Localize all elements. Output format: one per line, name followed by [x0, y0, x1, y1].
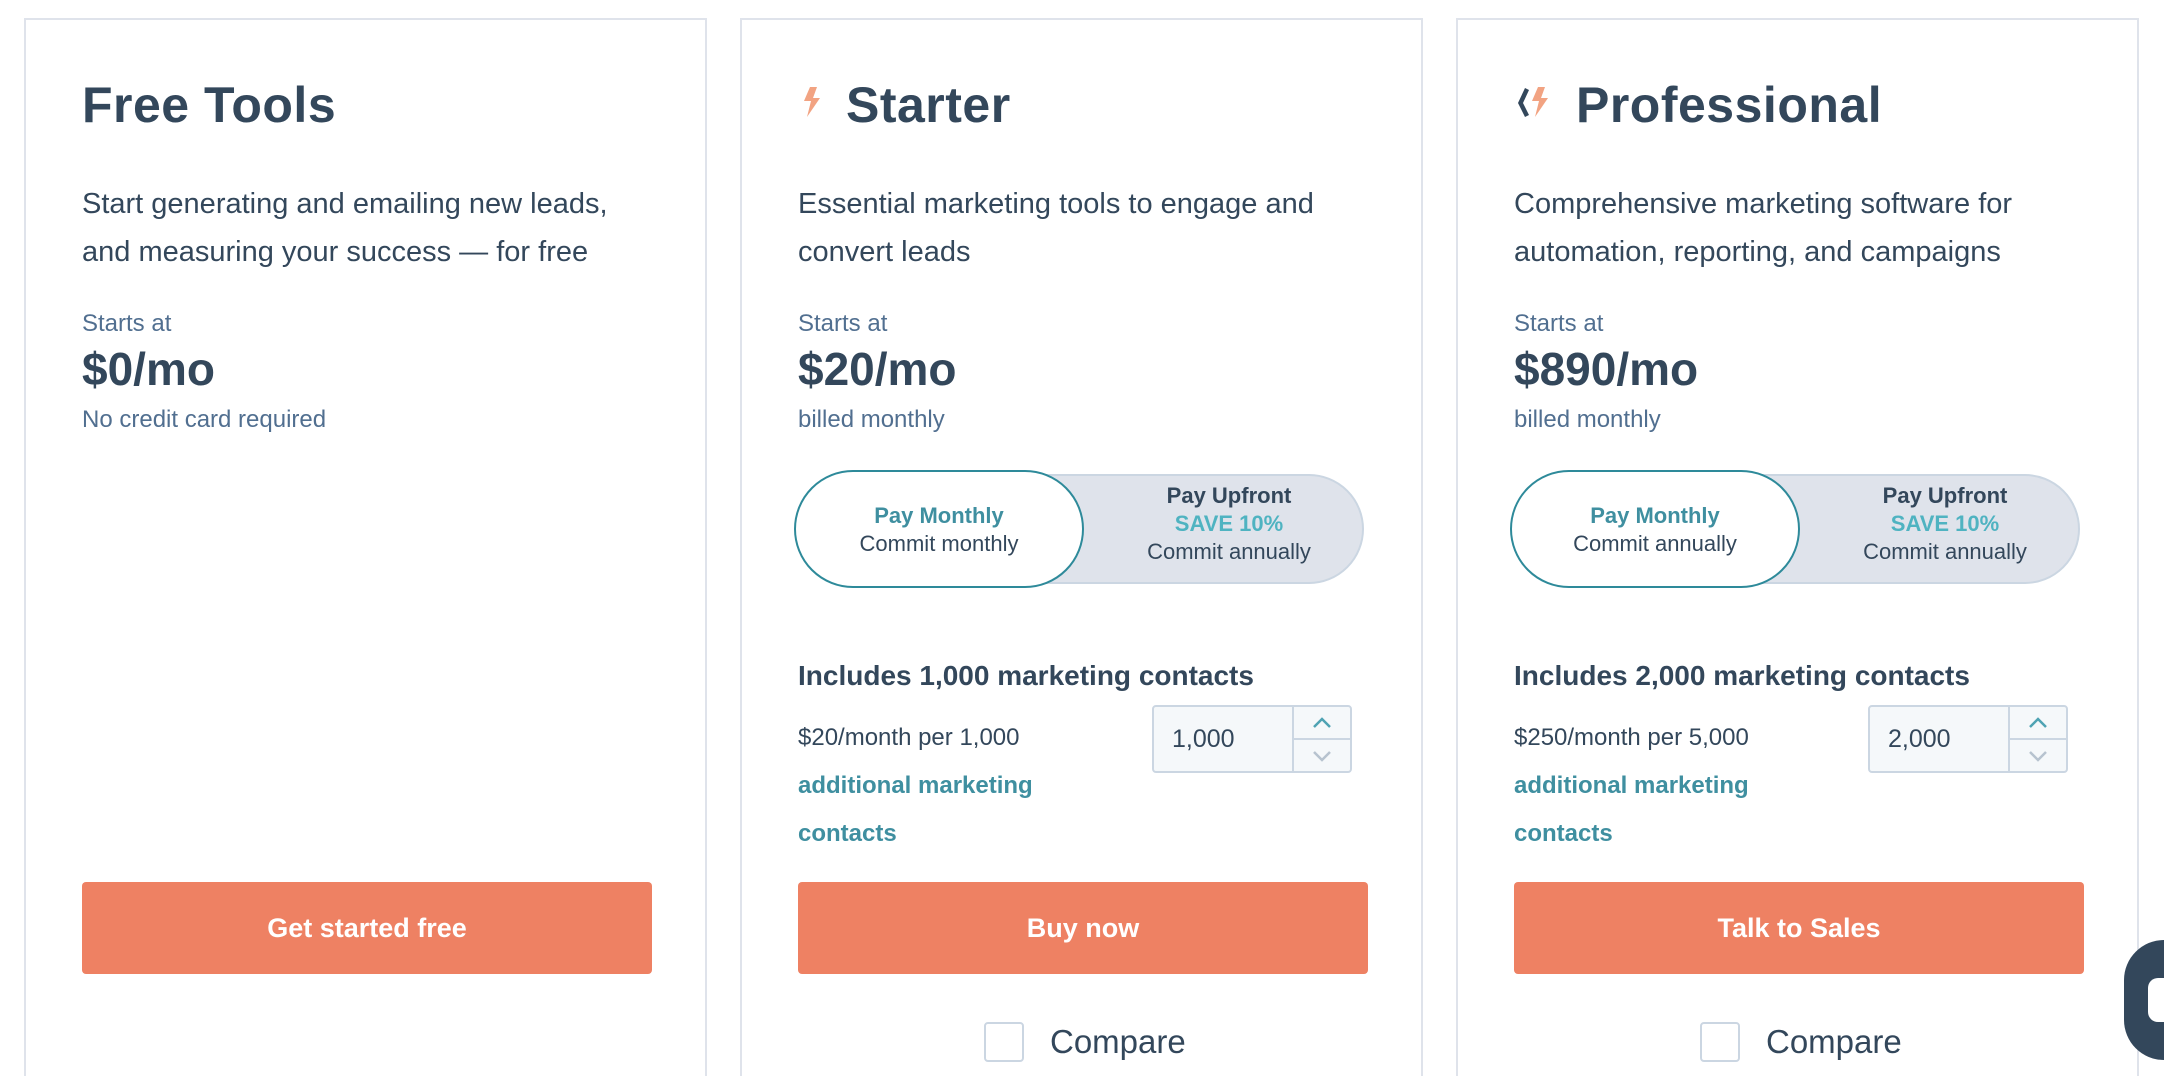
- pay-monthly-option[interactable]: Pay Monthly Commit monthly: [794, 470, 1084, 588]
- save-badge: SAVE 10%: [1890, 511, 2000, 536]
- buy-now-button[interactable]: Buy now: [798, 882, 1368, 974]
- get-started-free-button[interactable]: Get started free: [82, 882, 652, 974]
- pay-monthly-label: Pay Monthly: [874, 503, 1004, 528]
- plan-description: Comprehensive marketing software for aut…: [1514, 188, 2013, 268]
- additional-contacts-link[interactable]: additional marketing contacts: [1514, 762, 1844, 858]
- chevron-down-icon[interactable]: [1294, 738, 1350, 771]
- pay-monthly-option[interactable]: Pay Monthly Commit annually: [1510, 470, 1800, 588]
- pricing-page: Free Tools Start generating and emailing…: [0, 0, 2164, 1076]
- billing-note: billed monthly: [798, 406, 945, 433]
- billing-toggle: Pay Upfront SAVE 10% Commit annually Pay…: [1510, 470, 2080, 588]
- chevron-up-icon[interactable]: [2010, 707, 2066, 738]
- plan-price: $0/mo: [82, 343, 215, 395]
- plan-card-starter: Starter Essential marketing tools to eng…: [740, 18, 1423, 1076]
- contacts-stepper[interactable]: 2,000: [1868, 705, 2068, 773]
- billing-toggle: Pay Upfront SAVE 10% Commit annually Pay…: [794, 470, 1364, 588]
- plan-title: Professional: [1576, 77, 1883, 133]
- commit-monthly-label: Commit monthly: [859, 531, 1019, 556]
- plan-description: Essential marketing tools to engage and …: [798, 188, 1314, 268]
- commit-annually-label: Commit annually: [1863, 539, 2027, 564]
- per-contacts-text: $20/month per 1,000: [798, 724, 1020, 751]
- starts-at-label: Starts at: [82, 310, 172, 337]
- chevron-up-icon[interactable]: [1294, 707, 1350, 738]
- compare-checkbox[interactable]: [984, 1022, 1024, 1062]
- chat-widget-icon[interactable]: [2124, 940, 2164, 1060]
- plan-price: $890/mo: [1514, 343, 1699, 395]
- stepper-value[interactable]: 1,000: [1154, 707, 1292, 771]
- talk-to-sales-button[interactable]: Talk to Sales: [1514, 882, 2084, 974]
- billing-note: billed monthly: [1514, 406, 1661, 433]
- save-badge: SAVE 10%: [1174, 511, 1284, 536]
- commit-annually-sub-label: Commit annually: [1573, 531, 1737, 556]
- starts-at-label: Starts at: [798, 310, 888, 337]
- includes-contacts: Includes 1,000 marketing contacts: [798, 660, 1254, 691]
- pay-upfront-option[interactable]: Pay Upfront SAVE 10% Commit annually: [1820, 482, 2070, 566]
- pay-monthly-label: Pay Monthly: [1590, 503, 1720, 528]
- chevron-down-icon[interactable]: [2010, 738, 2066, 771]
- billing-note: No credit card required: [82, 406, 327, 433]
- plan-title: Starter: [846, 77, 1011, 133]
- compare-toggle[interactable]: Compare: [984, 1022, 1186, 1062]
- pay-upfront-option[interactable]: Pay Upfront SAVE 10% Commit annually: [1104, 482, 1354, 566]
- stepper-value[interactable]: 2,000: [1870, 707, 2008, 771]
- pay-upfront-label: Pay Upfront: [1882, 483, 2008, 508]
- contacts-stepper[interactable]: 1,000: [1152, 705, 1352, 773]
- pay-upfront-label: Pay Upfront: [1166, 483, 1292, 508]
- compare-toggle[interactable]: Compare: [1700, 1022, 1902, 1062]
- additional-contacts-pricing: $20/month per 1,000 additional marketing…: [798, 714, 1128, 858]
- compare-label: Compare: [1766, 1023, 1902, 1060]
- plan-card-professional: Professional Comprehensive marketing sof…: [1456, 18, 2139, 1076]
- compare-checkbox[interactable]: [1700, 1022, 1740, 1062]
- commit-annually-label: Commit annually: [1147, 539, 1311, 564]
- additional-contacts-link[interactable]: additional marketing contacts: [798, 762, 1128, 858]
- compare-label: Compare: [1050, 1023, 1186, 1060]
- includes-contacts: Includes 2,000 marketing contacts: [1514, 660, 1970, 691]
- hubspot-starter-sprocket-icon: [798, 85, 824, 126]
- starts-at-label: Starts at: [1514, 310, 1604, 337]
- hubspot-professional-sprocket-icon: [1514, 85, 1554, 126]
- additional-contacts-pricing: $250/month per 5,000 additional marketin…: [1514, 714, 1844, 858]
- plan-title: Free Tools: [82, 77, 337, 133]
- plan-price: $20/mo: [798, 343, 957, 395]
- per-contacts-text: $250/month per 5,000: [1514, 724, 1749, 751]
- plan-card-free-tools: Free Tools Start generating and emailing…: [24, 18, 707, 1076]
- plan-description: Start generating and emailing new leads,…: [82, 188, 608, 268]
